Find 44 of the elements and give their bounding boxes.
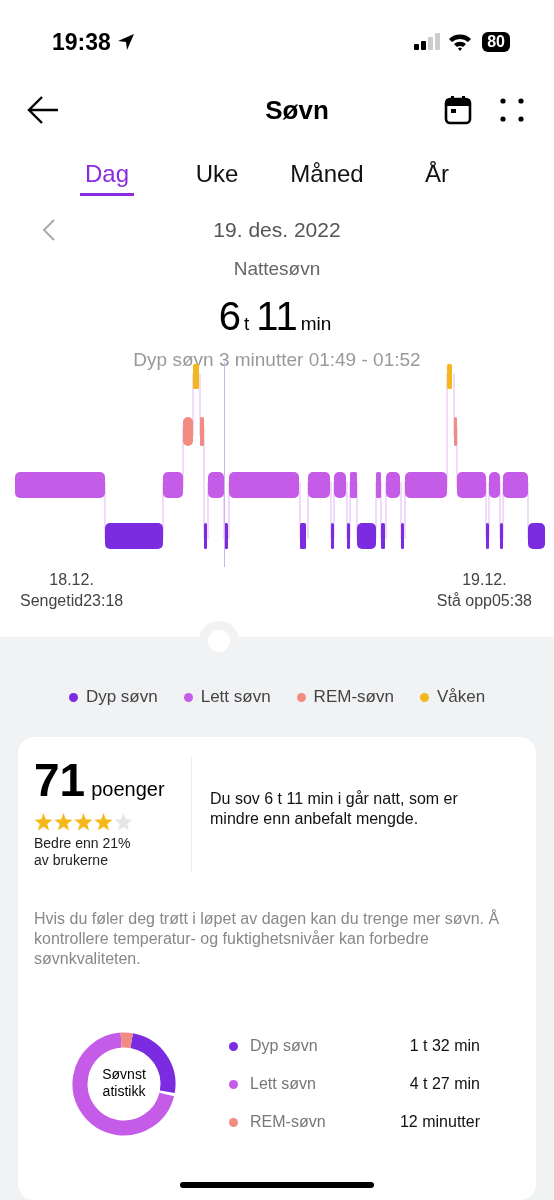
wake-time-label: Stå opp05:38 <box>436 591 532 611</box>
location-arrow-icon <box>116 33 135 51</box>
duration-minutes: 11 <box>256 294 298 339</box>
star-icon <box>114 813 133 831</box>
score-unit: poenger <box>91 778 165 801</box>
legend-label: Våken <box>436 687 486 707</box>
stat-value: 12 minutter <box>399 1113 480 1131</box>
period-tab[interactable]: Uke <box>172 156 262 196</box>
start-date: 18.12. <box>49 570 94 590</box>
star-icon <box>34 813 53 831</box>
bedtime-label: Sengetid23:18 <box>20 591 124 611</box>
period-tab[interactable]: Måned <box>282 156 372 196</box>
stat-label: REM-søvn <box>250 1113 327 1131</box>
wifi-icon <box>448 33 473 51</box>
stat-value: 4 t 27 min <box>409 1075 480 1093</box>
duration-hours: 6 <box>218 294 241 339</box>
calendar-icon[interactable] <box>444 95 472 125</box>
stat-label: Dyp søvn <box>250 1037 319 1055</box>
status-time: 19:38 <box>52 28 111 56</box>
page-title: Søvn <box>264 94 330 126</box>
minutes-unit: min <box>300 313 332 335</box>
hours-unit: t <box>243 313 250 335</box>
period-tab[interactable]: År <box>392 156 482 196</box>
more-dots-icon[interactable] <box>500 98 524 122</box>
score-value: 71 <box>34 757 86 803</box>
comparison-text: Bedre enn 21% av brukerne <box>34 835 132 869</box>
back-arrow-icon[interactable] <box>26 95 60 125</box>
advice-text: Hvis du føler deg trøtt i løpet av dagen kan du trenge mer søvn. Å kontrollere temperatur- og fuktighetsnivåer kan forbedre søvnkvaliteten. <box>34 909 501 969</box>
section-label: Nattesøvn <box>232 258 322 280</box>
legend-label: Dyp søvn <box>85 687 158 707</box>
signal-icon <box>414 33 443 51</box>
star-icon <box>74 813 93 831</box>
battery-indicator: 80 <box>482 32 510 52</box>
star-icon <box>94 813 113 831</box>
tooltip-text: Dyp søvn 3 minutter 01:49 - 01:52 <box>133 349 421 370</box>
star-icon <box>54 813 73 831</box>
donut-label: Søvnst atistikk <box>101 1066 147 1100</box>
legend-label: REM-søvn <box>313 687 394 707</box>
date-label: 19. des. 2022 <box>213 218 341 242</box>
stat-value: 1 t 32 min <box>409 1037 480 1055</box>
end-date: 19.12. <box>462 570 507 590</box>
stat-label: Lett søvn <box>250 1075 317 1093</box>
legend-label: Lett søvn <box>200 687 271 707</box>
summary-text: Du sov 6 t 11 min i går natt, som er mindre enn anbefalt mengde. <box>209 789 459 829</box>
